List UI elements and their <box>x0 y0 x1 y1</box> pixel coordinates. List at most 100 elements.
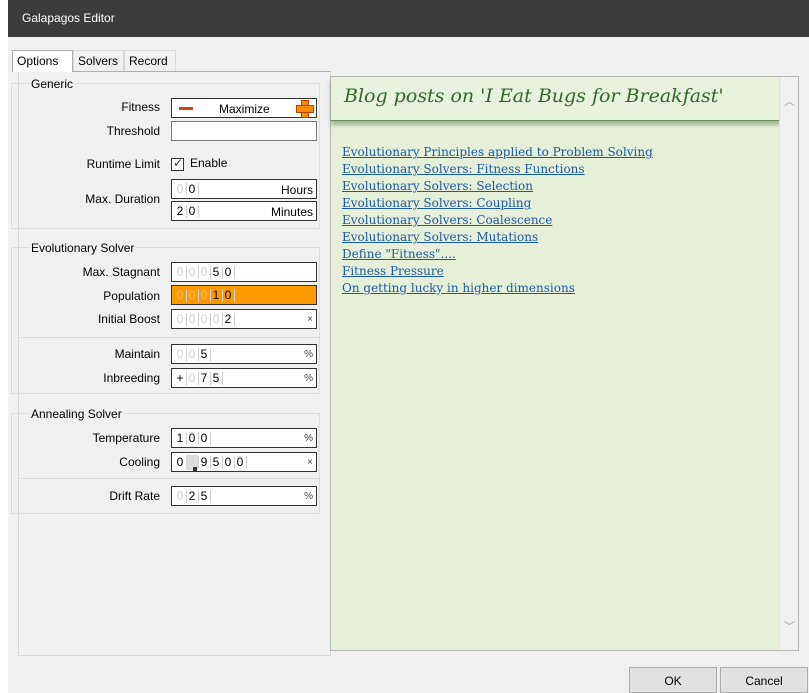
threshold-input[interactable] <box>171 121 317 141</box>
digit: 0 <box>186 312 199 327</box>
fitness-label: Fitness <box>121 100 160 114</box>
digit: 2 <box>222 312 235 327</box>
digit: 0 <box>234 455 247 470</box>
digit: 0 <box>174 312 187 327</box>
digit: 2 <box>186 489 199 504</box>
blog-heading: Blog posts on 'I Eat Bugs for Breakfast' <box>344 85 724 107</box>
inbreeding-input[interactable]: +0 7 5 % <box>171 368 317 388</box>
initial-boost-label: Initial Boost <box>97 312 160 326</box>
digit: 9 <box>198 455 211 470</box>
chevron-down-icon[interactable]: ﹀ <box>784 618 795 634</box>
drift-rate-label: Drift Rate <box>109 489 160 503</box>
max-stagnant-label: Max. Stagnant <box>82 265 160 279</box>
blog-panel: Blog posts on 'I Eat Bugs for Breakfast'… <box>330 76 799 651</box>
fitness-toggle[interactable]: Maximize <box>171 98 317 118</box>
blog-link[interactable]: Define "Fitness".... <box>342 246 653 263</box>
initial-boost-input[interactable]: 00002 × <box>171 309 317 329</box>
blog-link[interactable]: Evolutionary Solvers: Coupling <box>342 195 653 212</box>
fitness-value: Maximize <box>219 102 270 116</box>
digit: 0 <box>174 182 187 197</box>
digit: 2 <box>174 204 187 219</box>
temperature-unit: % <box>304 433 313 444</box>
drift-rate-unit: % <box>304 491 313 502</box>
blog-link[interactable]: Fitness Pressure <box>342 263 653 280</box>
cancel-button-label: Cancel <box>745 674 783 688</box>
digit: 0 <box>198 288 211 303</box>
blog-link[interactable]: Evolutionary Solvers: Selection <box>342 178 653 195</box>
tab-options[interactable]: Options <box>12 50 73 72</box>
ok-button[interactable]: OK <box>629 667 717 693</box>
digit: 0 <box>198 312 211 327</box>
digit: 0 <box>222 455 235 470</box>
evolutionary-group-title: Evolutionary Solver <box>30 241 136 255</box>
plus-icon[interactable] <box>296 100 314 118</box>
runtime-limit-enable-label[interactable]: Enable <box>190 156 227 170</box>
population-label: Population <box>103 289 160 303</box>
digit: 0 <box>186 431 199 446</box>
max-duration-label: Max. Duration <box>85 192 160 206</box>
maintain-input[interactable]: 005 % <box>171 344 317 364</box>
digit: 0 <box>186 371 199 386</box>
digit: 0 <box>186 288 199 303</box>
ok-button-label: OK <box>664 674 682 688</box>
digit: 0 <box>186 182 199 197</box>
hours-unit: Hours <box>280 183 313 197</box>
minus-icon[interactable] <box>179 107 193 110</box>
tab-solvers-label: Solvers <box>78 54 119 68</box>
blog-header: Blog posts on 'I Eat Bugs for Breakfast' <box>331 77 780 121</box>
vertical-scrollbar[interactable]: ︿ ﹀ <box>779 77 798 650</box>
cooling-unit: × <box>307 457 313 468</box>
maintain-label: Maintain <box>114 347 160 361</box>
digit: 5 <box>210 371 223 386</box>
digit: 0 <box>198 265 211 280</box>
tab-options-label: Options <box>17 54 59 68</box>
digit: 0 <box>186 347 199 362</box>
tab-record[interactable]: Record <box>124 50 176 71</box>
annealing-group-title: Annealing Solver <box>30 407 123 421</box>
chevron-up-icon[interactable]: ︿ <box>784 93 795 109</box>
max-stagnant-input[interactable]: 00050 <box>171 262 317 282</box>
blog-link[interactable]: On getting lucky in higher dimensions <box>342 280 653 297</box>
runtime-limit-label: Runtime Limit <box>86 157 160 171</box>
cooling-label: Cooling <box>119 455 160 469</box>
cancel-button[interactable]: Cancel <box>720 667 808 693</box>
digit: 1 <box>174 431 187 446</box>
digit: 1 <box>210 288 223 303</box>
digit: 0 <box>174 265 187 280</box>
tab-solvers[interactable]: Solvers <box>73 50 124 71</box>
hours-input[interactable]: 00 Hours <box>171 179 317 199</box>
generic-group-title: Generic <box>30 77 75 91</box>
blog-link[interactable]: Evolutionary Solvers: Coalescence <box>342 212 653 229</box>
digit: 7 <box>198 371 211 386</box>
digit: 5 <box>198 347 211 362</box>
digit: 0 <box>174 455 187 470</box>
digit: 5 <box>210 455 223 470</box>
tab-record-label: Record <box>129 54 168 68</box>
maintain-unit: % <box>304 349 313 360</box>
inbreeding-unit: % <box>304 373 313 384</box>
inbreeding-label: Inbreeding <box>103 371 160 385</box>
digit: 0 <box>222 265 235 280</box>
digit: 0 <box>210 312 223 327</box>
checkmark-icon: ✓ <box>173 156 184 170</box>
digit: 0 <box>174 347 187 362</box>
digit: 0 <box>174 288 187 303</box>
digit: 0 <box>174 489 187 504</box>
blog-link[interactable]: Evolutionary Solvers: Mutations <box>342 229 653 246</box>
blog-link[interactable]: Evolutionary Solvers: Fitness Functions <box>342 161 653 178</box>
runtime-limit-checkbox[interactable]: ✓ <box>171 156 184 171</box>
digit: 0 <box>198 431 211 446</box>
title-bar[interactable]: Galapagos Editor <box>8 0 809 37</box>
window-title: Galapagos Editor <box>22 11 115 25</box>
temperature-label: Temperature <box>92 431 160 445</box>
decimal-point <box>193 467 197 471</box>
temperature-input[interactable]: 100 % <box>171 428 317 448</box>
divider <box>21 478 320 479</box>
digit: 5 <box>210 265 223 280</box>
minutes-input[interactable]: 20 Minutes <box>171 201 317 221</box>
initial-boost-unit: × <box>307 314 313 325</box>
drift-rate-input[interactable]: 025 % <box>171 486 317 506</box>
blog-link[interactable]: Evolutionary Principles applied to Probl… <box>342 144 653 161</box>
cooling-input[interactable]: 09500 × <box>171 452 317 472</box>
population-input[interactable]: 00010 <box>171 285 317 305</box>
